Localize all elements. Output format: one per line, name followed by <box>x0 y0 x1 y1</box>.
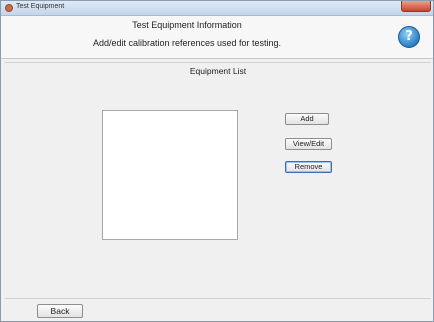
page-title: Test Equipment Information <box>132 20 242 30</box>
close-button[interactable] <box>401 1 431 12</box>
footer-divider <box>5 298 431 299</box>
page-subtitle: Add/edit calibration references used for… <box>92 38 282 48</box>
help-icon[interactable]: ? <box>398 26 420 48</box>
window-title: Test Equipment <box>16 3 65 10</box>
dialog-window: Test Equipment Test Equipment Informatio… <box>0 0 434 322</box>
equipment-list-label: Equipment List <box>189 66 247 76</box>
header-panel: Test Equipment Information Add/edit cali… <box>1 16 433 59</box>
view-edit-button[interactable]: View/Edit <box>285 138 332 150</box>
title-bar[interactable]: Test Equipment <box>1 1 433 16</box>
add-button[interactable]: Add <box>285 113 329 125</box>
header-divider <box>5 62 431 63</box>
equipment-listbox[interactable] <box>102 110 238 240</box>
remove-button[interactable]: Remove <box>285 161 332 173</box>
back-button[interactable]: Back <box>37 304 83 318</box>
app-icon <box>5 4 13 12</box>
